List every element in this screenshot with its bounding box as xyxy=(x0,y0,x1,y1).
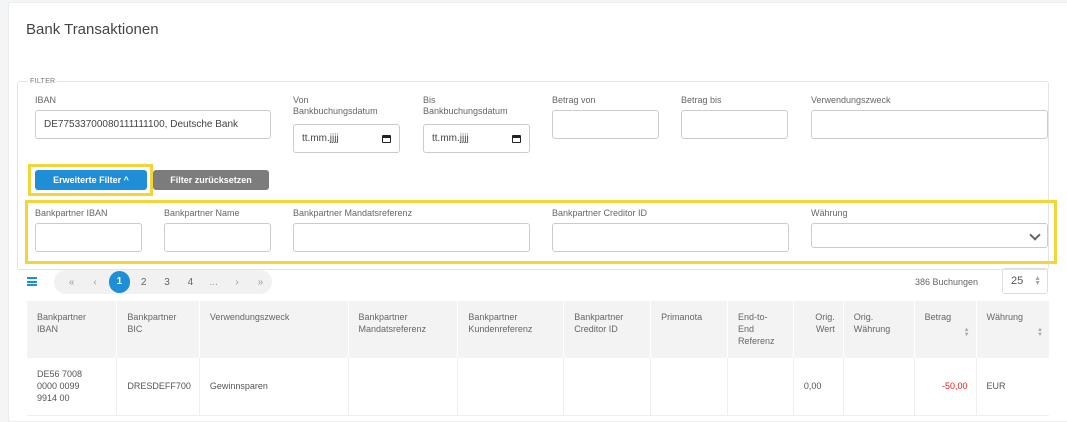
cell-primanota xyxy=(650,358,728,416)
sort-icon[interactable]: ▲ ▼ xyxy=(1037,327,1043,338)
page-prev-button[interactable]: ‹ xyxy=(83,277,106,288)
cell-betrag: -50,00 xyxy=(914,358,977,416)
table-header-row: Bankpartner IBAN Bankpartner BIC Verwendun… xyxy=(27,301,1049,358)
page-3-button[interactable]: 3 xyxy=(155,277,178,288)
verwendungszweck-input[interactable] xyxy=(811,110,1048,139)
creditor-input[interactable] xyxy=(552,223,789,252)
sort-icon[interactable]: ▲ ▼ xyxy=(964,327,970,338)
currency-select[interactable] xyxy=(811,223,1048,248)
mandate-input[interactable] xyxy=(293,223,530,252)
filter-legend: FILTER xyxy=(30,78,56,85)
col-header-creditor[interactable]: Bankpartner Creditor ID xyxy=(563,301,652,358)
page-title: Bank Transaktionen xyxy=(26,21,159,38)
cell-kunde xyxy=(457,358,565,416)
cell-origwert: 0,00 xyxy=(793,358,844,416)
booking-count: 386 Buchungen xyxy=(915,277,979,287)
calendar-icon xyxy=(512,134,521,143)
mandate-label: Bankpartner Mandatsreferenz xyxy=(293,208,413,218)
col-header-kunde[interactable]: Bankpartner Kundenreferenz xyxy=(457,301,565,358)
col-header-bic[interactable]: Bankpartner BIC xyxy=(116,301,200,358)
cell-mandat xyxy=(348,358,459,416)
advanced-filter-button[interactable]: Erweiterte Filter ^ xyxy=(35,170,147,190)
col-header-primanota[interactable]: Primanota xyxy=(650,301,728,358)
col-header-waehrung[interactable]: Währung ▲ ▼ xyxy=(976,301,1049,358)
col-header-zweck[interactable]: Verwendungszweck xyxy=(199,301,349,358)
partner-iban-label: Bankpartner IBAN xyxy=(35,208,108,218)
col-header-origwert[interactable]: Orig. Wert xyxy=(793,301,844,358)
creditor-label: Bankpartner Creditor ID xyxy=(552,208,648,218)
partner-name-label: Bankpartner Name xyxy=(164,208,240,218)
partner-name-input[interactable] xyxy=(164,223,271,252)
page-last-button[interactable]: » xyxy=(249,277,272,288)
iban-label: IBAN xyxy=(35,95,57,105)
page-4-button[interactable]: 4 xyxy=(179,277,202,288)
betrag-von-label: Betrag von xyxy=(552,95,596,105)
page-1-button[interactable]: 1 xyxy=(108,271,131,293)
pagination: « ‹ 1 2 3 4 ... › » xyxy=(54,270,272,294)
page-2-button[interactable]: 2 xyxy=(132,277,155,288)
betrag-bis-label: Betrag bis xyxy=(681,95,722,105)
verwendungszweck-label: Verwendungszweck xyxy=(811,95,891,105)
chevron-down-icon xyxy=(1029,229,1041,241)
col-header-mandat[interactable]: Bankpartner Mandatsreferenz xyxy=(348,301,459,358)
von-label: Von Bankbuchungsdatum xyxy=(293,95,378,116)
bis-date-input[interactable]: tt.mm.jjjj xyxy=(423,124,530,153)
calendar-icon xyxy=(382,134,391,143)
iban-select[interactable]: DE77533700080111111100, Deutsche Bank xyxy=(35,110,271,139)
col-header-origwaehrung[interactable]: Orig. Währung xyxy=(843,301,915,358)
currency-label: Währung xyxy=(811,208,848,218)
betrag-bis-input[interactable] xyxy=(681,110,788,139)
cell-e2e xyxy=(727,358,794,416)
col-header-iban[interactable]: Bankpartner IBAN xyxy=(27,301,118,358)
reset-filter-button[interactable]: Filter zurücksetzen xyxy=(153,170,269,190)
cell-creditor xyxy=(563,358,652,416)
betrag-von-input[interactable] xyxy=(552,110,659,139)
table-row[interactable]: DE56 7008 0000 0099 9914 00 DRESDEFF700 Ge… xyxy=(27,358,1049,416)
cell-waehrung: EUR xyxy=(976,358,1049,416)
cell-origwaehrung xyxy=(843,358,915,416)
page-next-button[interactable]: › xyxy=(225,277,248,288)
von-date-input[interactable]: tt.mm.jjjj xyxy=(293,124,400,153)
menu-icon[interactable] xyxy=(27,277,37,286)
page-size-select[interactable]: 25 ▲ ▼ xyxy=(1002,268,1048,294)
cell-iban: DE56 7008 0000 0099 9914 00 xyxy=(27,358,118,416)
stepper-icon: ▲ ▼ xyxy=(1034,275,1041,287)
partner-iban-input[interactable] xyxy=(35,223,142,252)
bis-label: Bis Bankbuchungsdatum xyxy=(423,95,508,116)
col-header-e2e[interactable]: End-to- End Referenz xyxy=(727,301,794,358)
page-ellipsis: ... xyxy=(209,276,218,288)
cell-bic: DRESDEFF700 xyxy=(116,358,200,416)
cell-zweck: Gewinnsparen xyxy=(199,358,349,416)
page-first-button[interactable]: « xyxy=(60,277,83,288)
transactions-table: Bankpartner IBAN Bankpartner BIC Verwendun… xyxy=(27,301,1049,416)
col-header-betrag[interactable]: Betrag ▲ ▼ xyxy=(914,301,977,358)
